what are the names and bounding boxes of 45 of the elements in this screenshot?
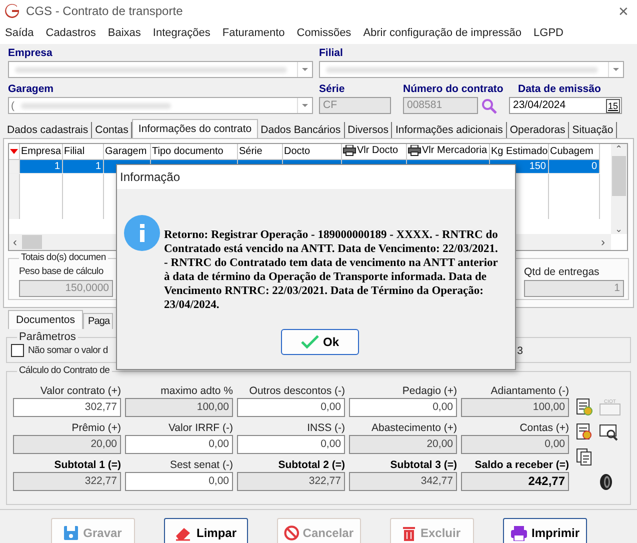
table-cell: 0: [548, 160, 600, 174]
amount-field: 20,00: [349, 435, 457, 454]
field-label: Valor IRRF (-): [168, 421, 233, 435]
field-label: Outros descontos (-): [249, 384, 345, 398]
field-label: Saldo a receber (=): [474, 458, 569, 472]
field-label: Subtotal 3 (=): [390, 458, 457, 472]
window-title: CGS - Contrato de transporte: [26, 4, 184, 18]
amount-field: 20,00: [13, 435, 121, 454]
amount-field: 322,77: [237, 472, 345, 491]
field-label: INSS (-): [307, 421, 345, 435]
field-label: Data de emissão: [518, 83, 601, 97]
field-label: Valor contrato (+): [40, 384, 121, 398]
field-label: Abastecimento (+): [372, 421, 457, 435]
field-label: Série: [319, 83, 346, 97]
field-label: Pedagio (+): [402, 384, 457, 398]
field-label: Subtotal 1 (=): [54, 458, 121, 472]
checkbox-label: Não somar o valor d: [28, 345, 108, 356]
group-title: Cálculo do Contrato de: [17, 365, 112, 376]
option-text: 3: [517, 344, 523, 356]
dialog-message: Retorno: Registrar Operação - 189000000189 - XXXX. - RNTRC do Contratado está vencido na ANTT. Data de Vencimento: 22/03/2021. - RNTRC do Contratado tem data de vencimento na ANTT anterior à data de término da Operação de Transporte informada. Data de Vencimento RNTRC: 22/03/2021. Data de Término da Operação: 23/04/2024.: [164, 228, 499, 312]
group-title: Parâmetros: [17, 331, 78, 343]
amount-field: 322,77: [13, 472, 121, 491]
field-label: Peso base de cálculo: [19, 266, 104, 279]
field-label: Empresa: [8, 47, 54, 61]
field-label: Adiantamento (-): [490, 384, 569, 398]
deliveries-field: 1: [524, 280, 624, 297]
field-label: maximo adto %: [160, 384, 233, 398]
amount-field: 100,00: [461, 398, 569, 417]
weight-field: 150,0000: [19, 280, 113, 297]
amount-field: 242,77: [461, 472, 569, 491]
field-label: Contas (+): [520, 421, 569, 435]
field-label: Prêmio (+): [72, 421, 121, 435]
field-label: Número do contrato: [403, 83, 504, 97]
dialog-title: Informação: [120, 170, 180, 184]
table-cell: 1: [62, 160, 104, 174]
group-title: Totais do(s) documen: [19, 252, 108, 263]
field-label: Garagem: [8, 83, 55, 97]
amount-field: 100,00: [125, 398, 233, 417]
field-label: Filial: [319, 47, 343, 61]
field-label: Sest senat (-): [170, 458, 233, 472]
amount-field: 0,00: [461, 435, 569, 454]
field-label: Subtotal 2 (=): [278, 458, 345, 472]
table-cell: 1: [20, 160, 62, 174]
amount-field: 342,77: [349, 472, 457, 491]
field-label: Qtd de entregas: [524, 266, 600, 280]
